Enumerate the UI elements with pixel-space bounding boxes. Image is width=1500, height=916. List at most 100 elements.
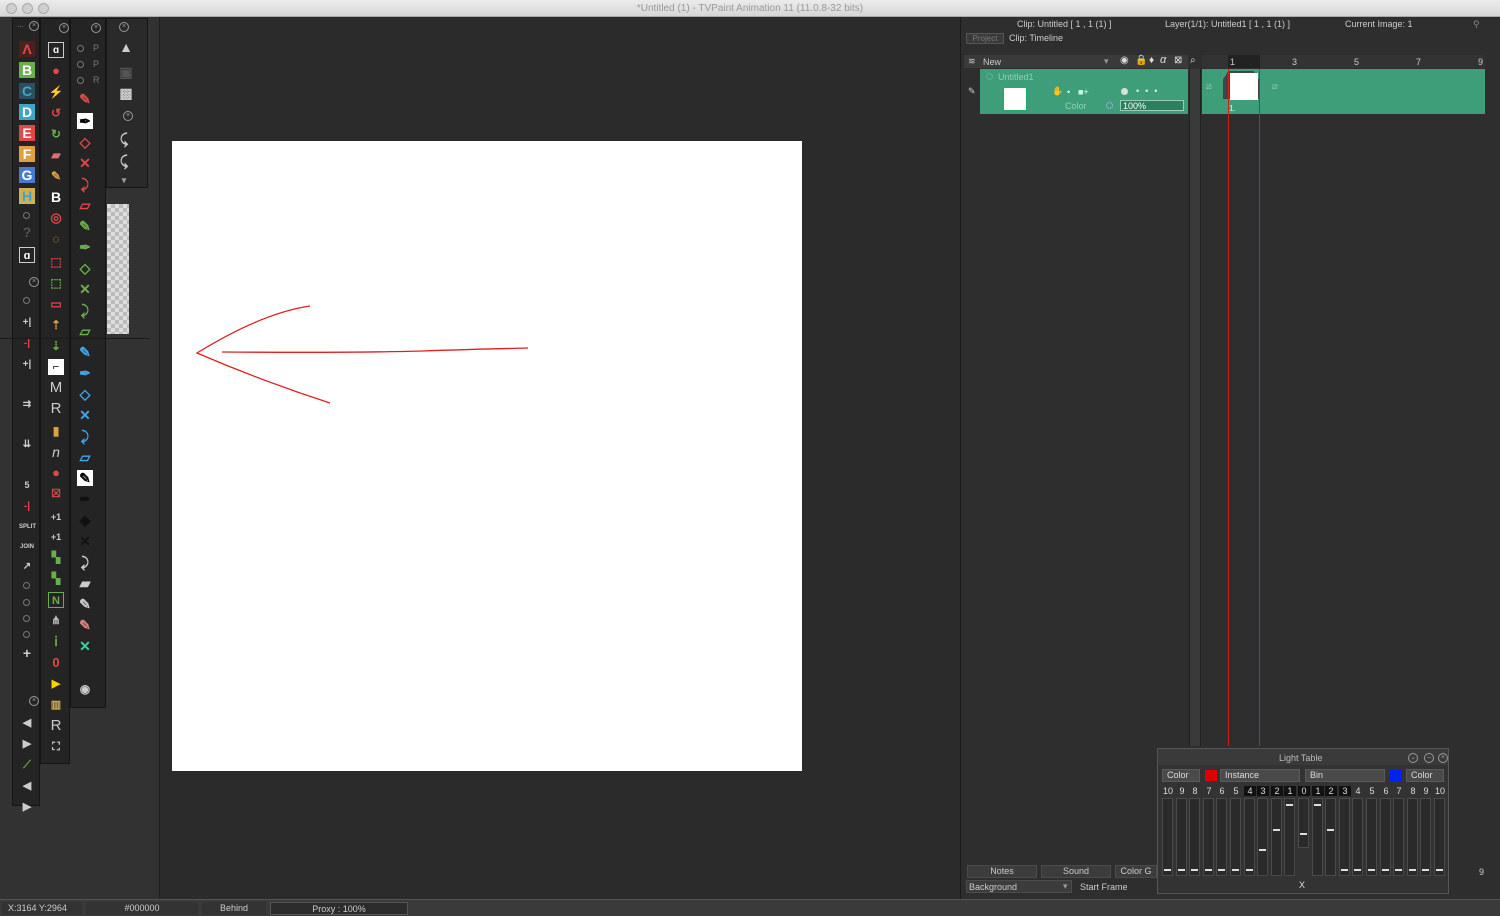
light-table-slider[interactable] xyxy=(1366,798,1377,876)
pen-blue-icon[interactable]: ✒ xyxy=(77,365,93,381)
smudge-red-icon[interactable]: ⤸ xyxy=(77,176,93,192)
info-icon[interactable]: ⅰ xyxy=(48,634,64,650)
left-color-swatch[interactable] xyxy=(1205,770,1217,781)
prev-frame-icon[interactable]: ◀ xyxy=(19,715,35,731)
tool-n-box-icon[interactable]: N xyxy=(48,592,64,608)
cross-green-icon[interactable]: ✕ xyxy=(77,281,93,297)
tree-icon[interactable]: ⋔ xyxy=(48,613,64,629)
light-table-number[interactable]: 9 xyxy=(1420,786,1432,796)
zero-icon[interactable]: 0 xyxy=(48,655,64,671)
bin-select[interactable]: Bin xyxy=(1305,769,1385,782)
tool-r-icon[interactable]: R xyxy=(48,401,64,417)
opacity-dot[interactable] xyxy=(1106,102,1113,109)
light-table-slider[interactable] xyxy=(1257,798,1268,876)
option-dots[interactable]: ••• xyxy=(1136,86,1163,96)
arrow-down-icon[interactable]: ⇣ xyxy=(48,338,64,354)
light-table-slider[interactable] xyxy=(1284,798,1295,876)
play-back-icon[interactable]: ◀ xyxy=(19,778,35,794)
light-table-slider[interactable] xyxy=(1244,798,1255,876)
close-icon[interactable]: × xyxy=(1438,753,1448,763)
play-icon[interactable]: ▶ xyxy=(19,799,35,815)
light-table-slider[interactable] xyxy=(1407,798,1418,876)
light-table-slider[interactable] xyxy=(1352,798,1363,876)
light-table-number[interactable]: 1 xyxy=(1312,786,1324,796)
tab-project[interactable]: Project xyxy=(966,33,1004,44)
pen-green-icon[interactable]: ✒ xyxy=(77,239,93,255)
tool-a[interactable]: Λ xyxy=(19,41,35,57)
eraser-white-icon[interactable]: ▰ xyxy=(77,575,93,591)
layers-green-icon[interactable]: ▚ xyxy=(48,550,64,566)
tool-f[interactable]: F xyxy=(19,146,35,162)
marker-red-icon[interactable]: ✎ xyxy=(77,91,93,107)
drawing-canvas[interactable] xyxy=(172,141,802,771)
tool-b[interactable]: B xyxy=(19,62,35,78)
pen-black-icon[interactable]: ✒ xyxy=(77,113,93,129)
select-rect-icon[interactable]: ⬚ xyxy=(48,254,64,270)
light-table-slider[interactable] xyxy=(1203,798,1214,876)
camera-icon[interactable]: ▣ xyxy=(118,64,134,80)
cross-dark-icon[interactable]: ✕ xyxy=(77,533,93,549)
collapse-icon[interactable]: ⌄ xyxy=(1408,753,1418,763)
light-dot[interactable] xyxy=(1121,88,1128,95)
eye-column-icon[interactable]: ◉ xyxy=(1120,55,1129,66)
light-table-number[interactable]: 8 xyxy=(1189,786,1201,796)
cross-teal-icon[interactable]: ✕ xyxy=(77,638,93,654)
undo-icon[interactable]: ↺ xyxy=(48,105,64,121)
pencil-pink-icon[interactable]: ✎ xyxy=(77,617,93,633)
selection-icon[interactable]: ▩ xyxy=(118,85,134,101)
layer-select-dot[interactable] xyxy=(986,73,993,80)
join-icon[interactable]: JOIN xyxy=(19,539,35,555)
option-dot[interactable] xyxy=(77,61,84,68)
current-color[interactable]: #000000 xyxy=(86,902,198,915)
smudge-white-icon[interactable]: ⤸ xyxy=(77,554,93,570)
frame-track[interactable]: ⧄ 1. ⧄ xyxy=(1202,69,1485,114)
light-table-slider[interactable] xyxy=(1216,798,1227,876)
marker-green-icon[interactable]: ✎ xyxy=(77,218,93,234)
light-table-number[interactable]: 7 xyxy=(1203,786,1215,796)
close-icon[interactable]: × xyxy=(29,21,39,31)
insert-frame-after-icon[interactable]: +| xyxy=(19,357,35,373)
light-table-number[interactable]: 0 xyxy=(1298,786,1310,796)
marker-black-icon[interactable]: ✎ xyxy=(77,470,93,486)
grid-column-icon[interactable]: ⊠ xyxy=(1174,55,1182,66)
option-dot[interactable] xyxy=(77,45,84,52)
light-table-slider[interactable] xyxy=(1380,798,1391,876)
light-table-slider[interactable] xyxy=(1420,798,1431,876)
next-key-icon[interactable]: ▶ xyxy=(48,676,64,692)
light-table-number[interactable]: 6 xyxy=(1380,786,1392,796)
cross-red-icon[interactable]: ✕ xyxy=(77,155,93,171)
light-table-number[interactable]: 8 xyxy=(1407,786,1419,796)
right-color-swatch[interactable] xyxy=(1390,770,1402,781)
layers-white-icon[interactable]: ▚ xyxy=(48,571,64,587)
stairs-icon[interactable]: ⌐ xyxy=(48,359,64,375)
hand-icon[interactable]: ✋ xyxy=(1052,86,1063,97)
close-icon[interactable]: × xyxy=(123,111,133,121)
color-groups-tab[interactable]: Color G xyxy=(1115,865,1157,878)
opacity-field[interactable]: 100% xyxy=(1120,100,1184,111)
brush-icon[interactable]: ɑ xyxy=(48,42,64,58)
mask-icon[interactable]: ☒ xyxy=(48,486,64,502)
light-table-number[interactable]: 4 xyxy=(1352,786,1364,796)
option-dot[interactable] xyxy=(23,582,30,589)
light-table-slider[interactable] xyxy=(1271,798,1282,876)
smudge-green-icon[interactable]: ⤸ xyxy=(77,302,93,318)
option-dot[interactable] xyxy=(23,599,30,606)
light-table-slider[interactable] xyxy=(1189,798,1200,876)
light-column-icon[interactable]: ♦ xyxy=(1149,55,1154,66)
light-table-slider[interactable] xyxy=(1325,798,1336,876)
help-icon[interactable]: ? xyxy=(19,224,35,240)
lasso-icon[interactable]: ◌ xyxy=(48,231,64,247)
notes-tab[interactable]: Notes xyxy=(967,865,1037,878)
light-table-slider[interactable] xyxy=(1312,798,1323,876)
light-table-slider[interactable] xyxy=(1176,798,1187,876)
lightning-icon[interactable]: ⚡ xyxy=(48,84,64,100)
brush-tool-icon[interactable]: ɑ xyxy=(19,247,35,263)
shift-icon[interactable]: +1 xyxy=(48,509,64,525)
light-table-slider[interactable] xyxy=(1393,798,1404,876)
diamond-green-icon[interactable]: ◇ xyxy=(77,260,93,276)
brush-shape-icon[interactable]: ⤹ xyxy=(116,131,132,147)
option-dot[interactable] xyxy=(23,631,30,638)
diamond-dark-icon[interactable]: ◆ xyxy=(77,512,93,528)
search-icon[interactable]: ⌕ xyxy=(1190,55,1196,66)
tool-n-icon[interactable]: n xyxy=(48,444,64,460)
